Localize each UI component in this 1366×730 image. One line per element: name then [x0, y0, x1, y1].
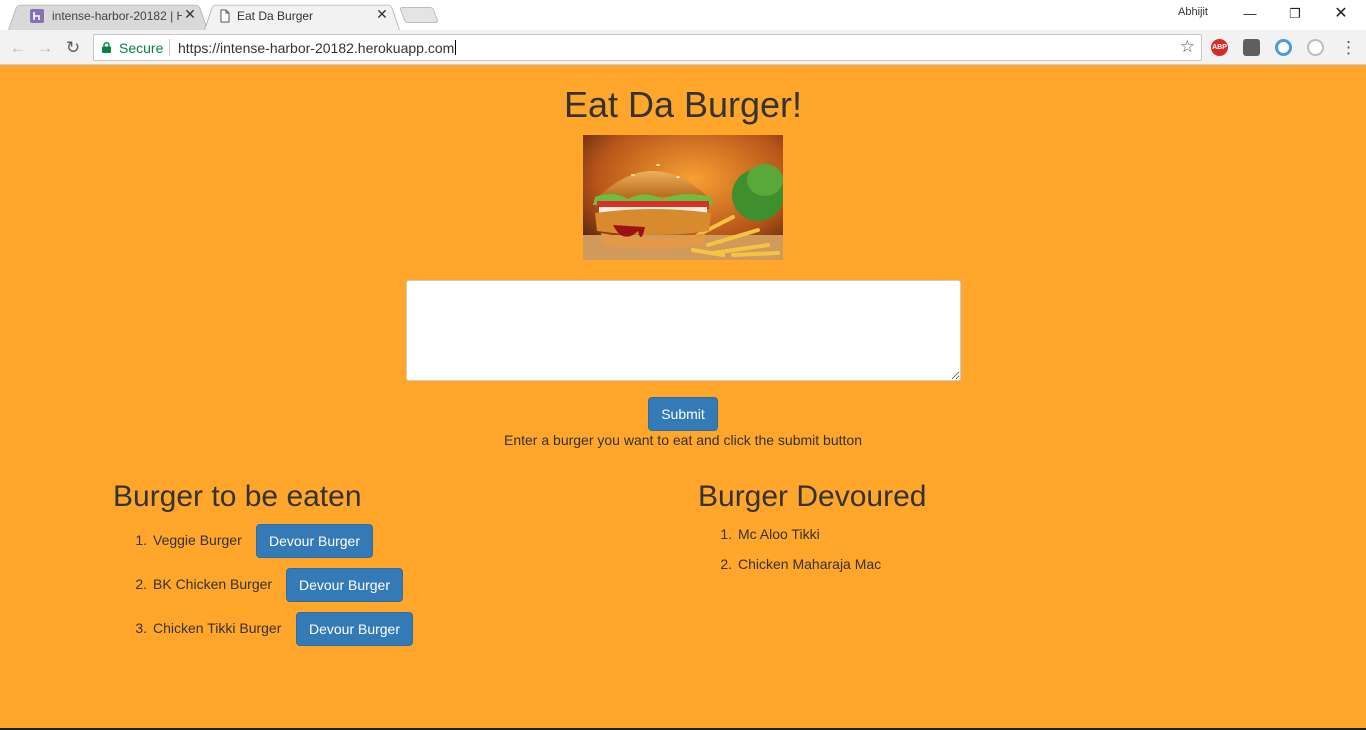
- tab-strip: intense-harbor-20182 | H ✕ Eat Da Burger…: [0, 0, 1366, 30]
- close-tab-icon[interactable]: ✕: [374, 6, 390, 22]
- new-tab-button[interactable]: [399, 7, 439, 23]
- close-tab-icon[interactable]: ✕: [182, 6, 198, 22]
- minimize-icon[interactable]: —: [1238, 4, 1262, 24]
- tab-title: intense-harbor-20182 | H: [52, 9, 182, 23]
- list-item: 3. Chicken Tikki Burger: [131, 620, 281, 636]
- list-item: 1. Mc Aloo Tikki: [716, 526, 820, 542]
- list-item: 1. Veggie Burger: [131, 532, 242, 548]
- browser-toolbar: ← → ↻ Secure https://intense-harbor-2018…: [0, 30, 1366, 65]
- document-icon: [220, 9, 230, 23]
- list-number: 2.: [135, 576, 147, 592]
- submit-hint: Enter a burger you want to eat and click…: [504, 432, 862, 448]
- heroku-icon: [30, 9, 44, 23]
- forward-arrow-icon[interactable]: →: [34, 37, 56, 59]
- page-body: Eat Da Burger! Submit Enter a burger you…: [0, 66, 1366, 728]
- tab-eat-da-burger[interactable]: Eat Da Burger ✕: [204, 2, 400, 30]
- page-title: Eat Da Burger!: [563, 84, 803, 125]
- tab-heroku[interactable]: intense-harbor-20182 | H ✕: [8, 2, 208, 30]
- submit-button[interactable]: Submit: [648, 397, 718, 431]
- burger-name: Chicken Maharaja Mac: [738, 556, 882, 572]
- adblock-icon[interactable]: ABP: [1211, 39, 1228, 56]
- menu-kebab-icon[interactable]: ⋮: [1340, 37, 1357, 59]
- lock-icon: [102, 42, 111, 53]
- tab-title: Eat Da Burger: [237, 9, 314, 23]
- list-number: 3.: [135, 620, 147, 636]
- list-number: 1.: [135, 532, 147, 548]
- list-number: 2.: [720, 556, 732, 572]
- burger-name: BK Chicken Burger: [153, 576, 273, 592]
- new-tab-shape: [399, 7, 439, 23]
- back-arrow-icon[interactable]: ←: [7, 37, 29, 59]
- burger-name: Mc Aloo Tikki: [738, 526, 820, 542]
- devoured-title: Burger Devoured: [698, 480, 927, 513]
- burger-name: Veggie Burger: [153, 532, 242, 548]
- burger-image: [583, 135, 783, 260]
- address-bar[interactable]: Secure https://intense-harbor-20182.hero…: [93, 34, 1202, 61]
- url-text[interactable]: https://intense-harbor-20182.herokuapp.c…: [178, 40, 456, 56]
- omnibox-divider: [169, 39, 170, 56]
- list-item: 2. Chicken Maharaja Mac: [716, 556, 881, 572]
- extension-dark-icon[interactable]: [1243, 39, 1260, 56]
- close-window-icon[interactable]: ✕: [1329, 4, 1353, 24]
- list-item: 2. BK Chicken Burger: [131, 576, 272, 592]
- burger-name-textarea[interactable]: [406, 280, 961, 381]
- reload-icon[interactable]: ↻: [62, 37, 84, 59]
- devour-burger-button[interactable]: Devour Burger: [296, 612, 413, 646]
- secure-label: Secure: [119, 40, 164, 56]
- to-eat-title: Burger to be eaten: [113, 480, 362, 513]
- chrome-circle-icon[interactable]: [1275, 39, 1292, 56]
- list-number: 1.: [720, 526, 732, 542]
- restore-icon[interactable]: ❐: [1283, 4, 1307, 24]
- devour-burger-button[interactable]: Devour Burger: [286, 568, 403, 602]
- burger-name: Chicken Tikki Burger: [153, 620, 282, 636]
- profile-name[interactable]: Abhijit: [1178, 6, 1208, 18]
- devour-burger-button[interactable]: Devour Burger: [256, 524, 373, 558]
- bookmark-star-icon[interactable]: ☆: [1180, 38, 1195, 56]
- extension-gray-icon[interactable]: [1307, 39, 1324, 56]
